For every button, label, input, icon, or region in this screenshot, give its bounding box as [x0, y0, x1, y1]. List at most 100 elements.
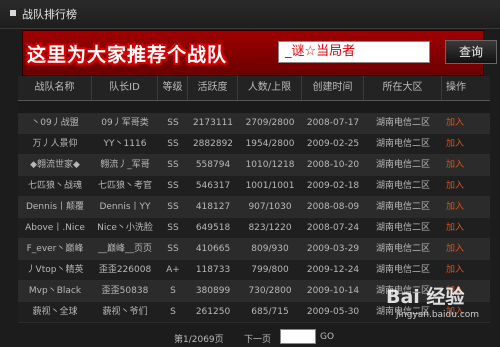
table-row: Above丨.Nice Nice丶小洗脸 SS 649518 823/1220 2008-…: [18, 218, 490, 239]
level-cell: SS: [167, 244, 179, 254]
banner-slogan: 这里为大家推荐个战队: [27, 44, 228, 66]
activity-cell: 380899: [195, 286, 231, 296]
search-button[interactable]: 查询: [445, 40, 497, 64]
members-cell: 1954/2800: [245, 139, 295, 149]
panel-header: 战队排行榜: [0, 0, 500, 29]
created-date-cell: 2009-10-14: [306, 286, 360, 296]
activity-cell: 649518: [195, 223, 231, 233]
activity-cell: 2173111: [192, 118, 234, 128]
join-link[interactable]: 加入: [442, 197, 476, 217]
team-name-cell: F_ever丶巅峰: [26, 244, 84, 254]
header-level: 等级: [158, 76, 188, 100]
members-cell: 1010/1218: [245, 160, 295, 170]
header-captain-id: 队长ID: [92, 76, 158, 100]
team-name-cell: 丿Vtop丶精英: [26, 265, 84, 275]
level-cell: SS: [167, 223, 179, 233]
activity-cell: 418127: [195, 202, 231, 212]
level-cell: SS: [167, 139, 179, 149]
join-link[interactable]: 加入: [442, 218, 476, 238]
created-date-cell: 2009-05-30: [306, 307, 360, 317]
team-name-cell: ◆翱流世家◆: [30, 160, 80, 170]
created-date-cell: 2008-07-24: [306, 223, 360, 233]
table-header: 战队名称 队长ID 等级 活跃度 人数/上限 创建时间 所在大区 操作: [18, 76, 490, 101]
created-date-cell: 2009-02-25: [306, 139, 360, 149]
level-cell: SS: [167, 118, 179, 128]
activity-cell: 261250: [195, 307, 231, 317]
table-row: Dennis丨颠覆 Dennis丨YY SS 418127 907/1030 2008-0…: [18, 197, 490, 218]
captain-id-cell: 翱流丿_军哥: [100, 160, 150, 170]
page-info: 第1/2069页: [174, 335, 224, 345]
header-region: 所在大区: [364, 76, 442, 100]
header-action: 操作: [446, 82, 466, 93]
captain-id-cell: YY丶1116: [103, 139, 147, 149]
created-date-cell: 2009-03-29: [306, 244, 360, 254]
watermark-site: jingyan.baidu.com: [396, 310, 480, 320]
activity-cell: 546317: [195, 181, 231, 191]
team-name-cell: Above丨.Nice: [25, 223, 85, 233]
table-row: 丿Vtop丶精英 歪歪226008 A+ 118733 799/800 2009-12-2…: [18, 260, 490, 281]
created-date-cell: 2008-10-20: [306, 160, 360, 170]
join-link[interactable]: 加入: [442, 260, 476, 280]
region-cell: 湖南电信二区: [375, 139, 430, 149]
join-link[interactable]: 加入: [442, 176, 476, 196]
join-link[interactable]: 加入: [442, 239, 476, 259]
table-row: 丶09丿战盟 09丿军哥类 SS 2173111 2709/2800 2008-07-17…: [18, 113, 490, 134]
level-cell: SS: [167, 202, 179, 212]
created-date-cell: 2009-02-18: [306, 181, 360, 191]
team-name-cell: Dennis丨颠覆: [25, 202, 85, 212]
created-date-cell: 2009-12-24: [306, 265, 360, 275]
team-name-cell: Mvp丶Black: [28, 286, 82, 296]
captain-id-cell: __巅峰__页页: [97, 244, 152, 254]
captain-id-cell: Dennis丨YY: [99, 202, 151, 212]
header-bullet-icon: [10, 10, 16, 16]
team-name-cell: 万丿人景仰: [32, 139, 78, 149]
team-name-cell: 藐视丶全球: [32, 307, 78, 317]
activity-cell: 410665: [195, 244, 231, 254]
created-date-cell: 2008-08-09: [306, 202, 360, 212]
go-button[interactable]: GO: [320, 332, 334, 342]
region-cell: 湖南电信二区: [375, 202, 430, 212]
activity-cell: 2882892: [192, 139, 234, 149]
members-cell: 1001/1001: [245, 181, 295, 191]
team-search-input[interactable]: _谜☆当局者: [278, 41, 430, 63]
activity-cell: 558794: [195, 160, 231, 170]
header-team-name: 战队名称: [18, 76, 92, 100]
members-cell: 809/930: [251, 244, 289, 254]
baidu-jingyan-watermark: Bai 经验 jingyan.baidu.com: [386, 282, 494, 330]
join-link[interactable]: 加入: [442, 155, 476, 175]
members-cell: 907/1030: [248, 202, 292, 212]
captain-id-cell: 歪歪50838: [101, 286, 149, 296]
table-row: ◆翱流世家◆ 翱流丿_军哥 SS 558794 1010/1218 2008-10-20 湖…: [18, 155, 490, 176]
captain-id-cell: 七匹狼丶考官: [97, 181, 152, 191]
members-cell: 2709/2800: [245, 118, 295, 128]
members-cell: 799/800: [251, 265, 289, 275]
members-cell: 730/2800: [248, 286, 292, 296]
table-spacer: [18, 101, 490, 113]
page-number-input[interactable]: [280, 329, 316, 344]
activity-cell: 118733: [195, 265, 231, 275]
region-cell: 湖南电信二区: [375, 160, 430, 170]
captain-id-cell: 藐视丶爷们: [102, 307, 148, 317]
level-cell: S: [170, 286, 176, 296]
level-cell: SS: [167, 160, 179, 170]
members-cell: 685/715: [251, 307, 289, 317]
header-members: 人数/上限: [238, 76, 302, 100]
next-page-link[interactable]: 下一页: [244, 332, 271, 345]
level-cell: SS: [167, 181, 179, 191]
team-name-cell: 七匹狼丶战魂: [27, 181, 82, 191]
join-link[interactable]: 加入: [442, 113, 476, 133]
level-cell: A+: [166, 265, 180, 275]
join-link[interactable]: 加入: [442, 134, 476, 154]
search-banner: 这里为大家推荐个战队 _谜☆当局者 查询: [22, 30, 497, 76]
created-date-cell: 2008-07-17: [306, 118, 360, 128]
table-row: F_ever丶巅峰 __巅峰__页页 SS 410665 809/930 2009-03-…: [18, 239, 490, 260]
region-cell: 湖南电信二区: [375, 223, 430, 233]
region-cell: 湖南电信二区: [375, 181, 430, 191]
header-activity: 活跃度: [188, 76, 238, 100]
header-created: 创建时间: [302, 76, 364, 100]
pagination: 第1/2069页 下一页 GO: [0, 328, 500, 347]
level-cell: S: [170, 307, 176, 317]
region-cell: 湖南电信二区: [375, 265, 430, 275]
captain-id-cell: 09丿军哥类: [101, 118, 149, 128]
team-name-cell: 丶09丿战盟: [31, 118, 79, 128]
